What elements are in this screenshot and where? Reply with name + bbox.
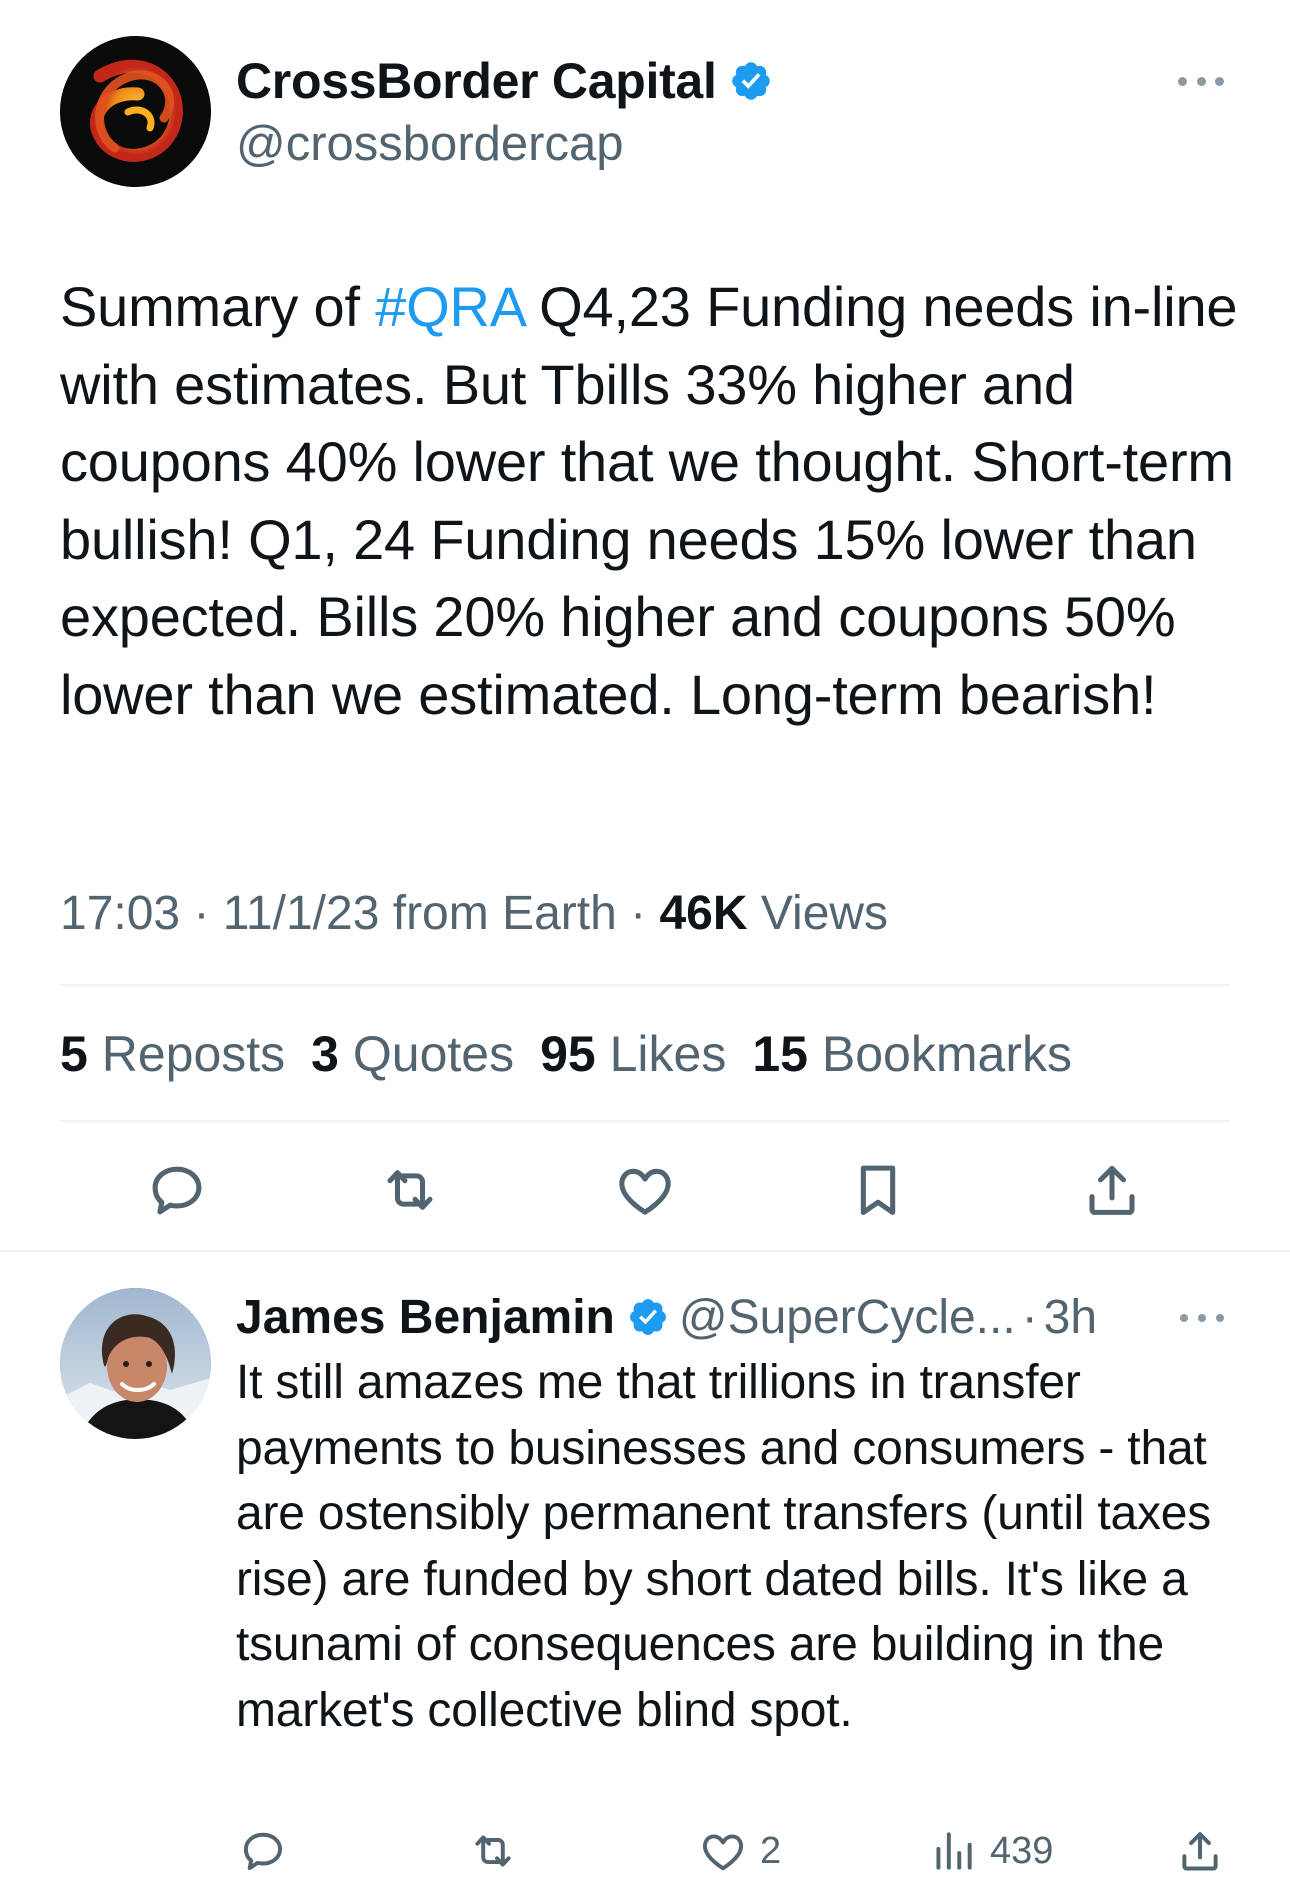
tweet-text: Summary of #QRA Q4,23 Funding needs in-l… [60, 268, 1240, 733]
author-name-row: CrossBorder Capital [236, 48, 773, 114]
more-options-icon[interactable] [1178, 66, 1224, 96]
tweet-actions [0, 1158, 1290, 1224]
reply-icon [243, 1832, 283, 1871]
tweet-text-start: Summary of [60, 275, 376, 338]
tweet-thread-screen: CrossBorder Capital @crossbordercap Summ… [0, 0, 1290, 1897]
reply-share-button[interactable] [1175, 1826, 1225, 1876]
views-chart-icon [936, 1832, 972, 1870]
tweet-source: from Earth [392, 887, 617, 940]
divider [0, 1250, 1290, 1252]
reposts-label: Reposts [101, 1026, 286, 1082]
meta-separator: · [193, 887, 210, 940]
repost-icon[interactable] [378, 1158, 442, 1222]
bookmarks-label: Bookmarks [821, 1026, 1072, 1082]
author-block: CrossBorder Capital @crossbordercap [236, 48, 773, 172]
reply-author-name[interactable]: James Benjamin [236, 1290, 615, 1345]
reply-separator: · [1021, 1290, 1038, 1344]
tweet-meta: 17:03 · 11/1/23 from Earth · 46K Views [60, 886, 888, 941]
reply-timestamp[interactable]: 3h [1044, 1290, 1097, 1345]
repost-icon [475, 1835, 511, 1867]
crossborder-avatar[interactable] [60, 36, 211, 187]
engagement-stats: 5 Reposts 3 Quotes 95 Likes 15 Bookmarks [60, 1025, 1098, 1083]
author-handle[interactable]: @crossbordercap [236, 116, 773, 172]
reply-more-options-icon[interactable] [1180, 1308, 1224, 1328]
reply-reply-button[interactable] [238, 1826, 288, 1876]
author-name[interactable]: CrossBorder Capital [236, 52, 717, 110]
likes-label: Likes [609, 1026, 727, 1082]
share-icon[interactable] [1080, 1158, 1144, 1222]
reply-views-button[interactable]: 439 [928, 1826, 1053, 1876]
reply-header: James Benjamin @SuperCycle... · 3h [236, 1284, 1097, 1350]
reply-actions: 2 439 [0, 1826, 1290, 1886]
hashtag-link[interactable]: #QRA [375, 275, 524, 338]
views-label[interactable]: Views [761, 887, 888, 940]
divider [60, 1120, 1230, 1122]
views-count[interactable]: 46K [659, 887, 747, 940]
bookmarks-stat[interactable]: 15 Bookmarks [752, 1025, 1072, 1083]
reply-views-count: 439 [990, 1829, 1054, 1872]
meta-separator: · [630, 887, 647, 940]
share-icon [1182, 1832, 1218, 1871]
reply-like-count: 2 [760, 1829, 782, 1872]
quotes-label: Quotes [352, 1026, 515, 1082]
reposts-stat[interactable]: 5 Reposts [60, 1025, 285, 1083]
tweet-text-rest: Q4,23 Funding needs in-line with estimat… [60, 275, 1238, 726]
reply-like-button[interactable]: 2 [698, 1826, 781, 1876]
like-icon [702, 1834, 744, 1871]
like-icon[interactable] [613, 1158, 677, 1222]
likes-count: 95 [540, 1026, 596, 1082]
bookmark-icon[interactable] [846, 1158, 910, 1222]
verified-badge-icon[interactable] [627, 1296, 669, 1338]
james-benjamin-avatar[interactable] [60, 1288, 211, 1439]
reply-text: It still amazes me that trillions in tra… [236, 1356, 1212, 1737]
reply-icon[interactable] [145, 1158, 209, 1222]
divider [60, 984, 1230, 986]
verified-badge-icon[interactable] [729, 59, 773, 103]
likes-stat[interactable]: 95 Likes [540, 1025, 726, 1083]
reposts-count: 5 [60, 1026, 88, 1082]
reply-author-handle[interactable]: @SuperCycle... [679, 1290, 1016, 1345]
bookmarks-count: 15 [752, 1026, 808, 1082]
tweet-date[interactable]: 11/1/23 [223, 887, 380, 940]
quotes-count: 3 [311, 1026, 339, 1082]
quotes-stat[interactable]: 3 Quotes [311, 1025, 514, 1083]
reply-repost-button[interactable] [468, 1826, 518, 1876]
tweet-time[interactable]: 17:03 [60, 887, 180, 940]
